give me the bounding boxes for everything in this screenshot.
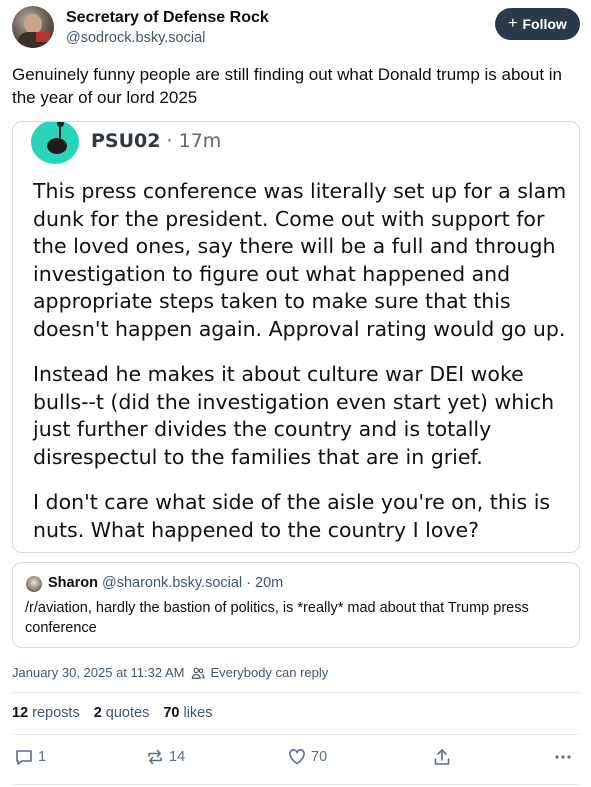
quote-header: Sharon @sharonk.bsky.social · 20m	[48, 575, 284, 591]
like-icon	[289, 749, 305, 765]
share-icon	[434, 749, 450, 765]
quoted-post[interactable]: Sharon @sharonk.bsky.social · 20m /r/avi…	[12, 562, 580, 648]
post-timestamp[interactable]: January 30, 2025 at 11:32 AM	[12, 665, 185, 680]
like-count: 70	[311, 749, 328, 765]
reply-count: 1	[38, 749, 47, 765]
share-button[interactable]	[432, 747, 452, 767]
reddit-avatar	[31, 122, 79, 164]
quote-handle[interactable]: @sharonk.bsky.social	[102, 575, 242, 591]
embedded-image[interactable]: PSU02 · 17m This press conference was li…	[12, 121, 580, 553]
quotes-stat[interactable]: 2 quotes	[94, 705, 150, 721]
likes-stat[interactable]: 70 likes	[163, 705, 212, 721]
reply-icon	[16, 750, 32, 765]
plus-icon: +	[508, 15, 518, 32]
quote-name[interactable]: Sharon	[48, 575, 98, 591]
embed-username: PSU02	[91, 130, 161, 152]
embed-paragraph: I don't care what side of the aisle you'…	[33, 490, 551, 542]
more-options-button[interactable]	[553, 747, 573, 767]
post-thread: Secretary of Defense Rock @sodrock.bsky.…	[0, 0, 591, 787]
follow-label: Follow	[522, 16, 567, 32]
quote-time: 20m	[255, 575, 284, 591]
reply-button[interactable]: 1	[14, 747, 46, 767]
embed-user-line: PSU02 · 17m	[91, 130, 222, 152]
repost-icon	[148, 749, 162, 765]
author-handle[interactable]: @sodrock.bsky.social	[66, 30, 205, 46]
more-icon	[555, 755, 571, 759]
embed-time: 17m	[178, 130, 222, 152]
engagement-stats: 12 reposts 2 quotes 70 likes	[12, 705, 212, 721]
repost-count: 14	[169, 749, 186, 765]
follow-button[interactable]: + Follow	[495, 8, 580, 40]
quote-avatar[interactable]	[26, 576, 42, 592]
reposts-stat[interactable]: 12 reposts	[12, 705, 80, 721]
post-text: Genuinely funny people are still finding…	[12, 65, 563, 107]
like-button[interactable]: 70	[287, 747, 327, 767]
people-icon	[191, 667, 205, 679]
post-meta: January 30, 2025 at 11:32 AM Everybody c…	[12, 665, 328, 680]
divider	[12, 692, 580, 693]
post-actions: 1 14 70	[0, 747, 591, 773]
repost-button[interactable]: 14	[145, 747, 185, 767]
embed-paragraph: This press conference was literally set …	[33, 179, 567, 341]
divider	[12, 784, 580, 785]
author-display-name[interactable]: Secretary of Defense Rock	[66, 9, 269, 27]
quote-text: /r/aviation, hardly the bastion of polit…	[25, 600, 529, 636]
reply-setting[interactable]: Everybody can reply	[211, 665, 329, 680]
divider	[12, 734, 580, 735]
embed-body: This press conference was literally set …	[33, 178, 573, 552]
author-avatar[interactable]	[12, 6, 54, 48]
embed-paragraph: Instead he makes it about culture war DE…	[33, 362, 555, 469]
